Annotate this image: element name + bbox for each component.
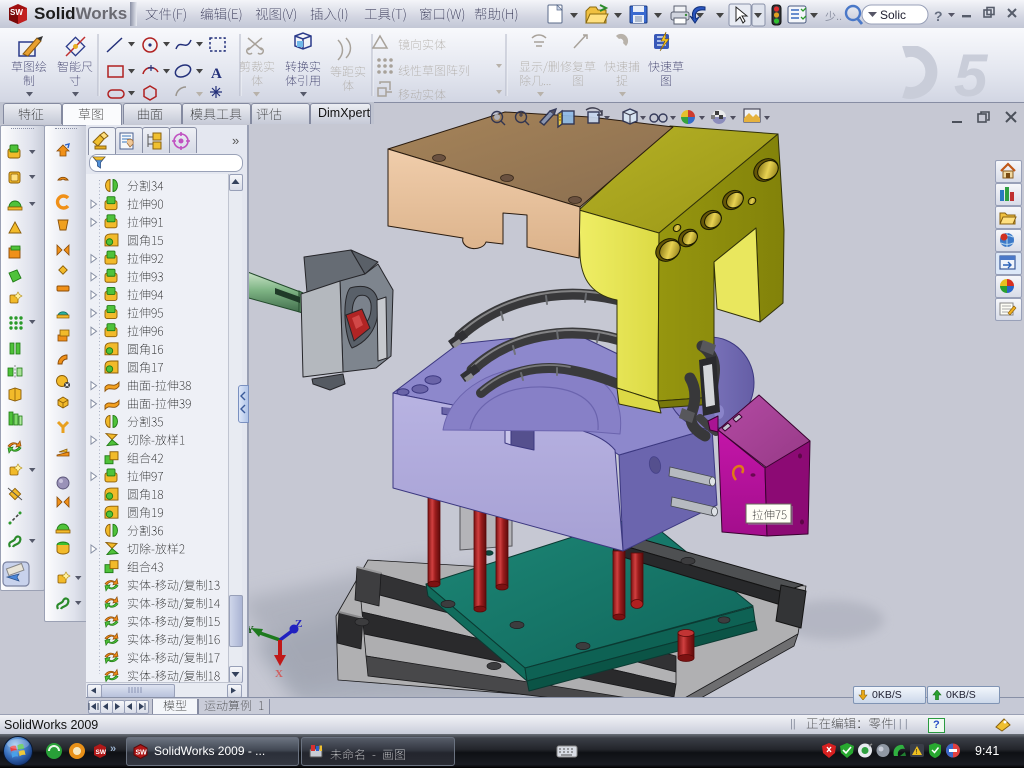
- svg-text:Z: Z: [295, 618, 302, 630]
- svg-text:SW: SW: [96, 749, 107, 756]
- svg-text:»: »: [110, 743, 116, 755]
- svg-text:?: ?: [934, 8, 943, 24]
- svg-text:X: X: [275, 668, 283, 680]
- svg-text:Solic: Solic: [880, 8, 906, 22]
- svg-text:A: A: [211, 66, 222, 82]
- svg-text:SW: SW: [10, 8, 23, 17]
- svg-text:!: !: [916, 749, 918, 756]
- svg-text:SW: SW: [136, 750, 148, 757]
- svg-text:»: »: [232, 133, 239, 148]
- svg-text:少..: 少..: [825, 10, 842, 23]
